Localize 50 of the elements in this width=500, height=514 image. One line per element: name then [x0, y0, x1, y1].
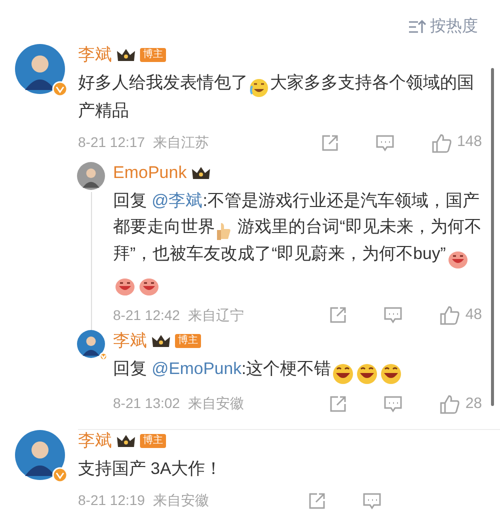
- location-text: 来自江苏: [152, 133, 209, 152]
- mention-link[interactable]: @EmoPunk: [152, 359, 242, 378]
- user-name[interactable]: 李斌: [78, 430, 112, 452]
- laughing-emoji-icon: [356, 362, 378, 385]
- timestamp: 8-21 12:17: [78, 133, 145, 152]
- mention-link[interactable]: @李斌: [152, 190, 203, 210]
- sort-icon: [408, 19, 426, 35]
- share-icon[interactable]: [320, 134, 339, 152]
- pig-face-emoji-icon: [446, 248, 469, 269]
- thumbs-up-icon: [430, 132, 453, 153]
- location-text: 来自安徽: [152, 491, 209, 510]
- user-name[interactable]: 李斌: [113, 330, 147, 352]
- laughing-crying-emoji-icon: [249, 78, 269, 98]
- comment-text: 支持国产 3A大作！: [78, 458, 224, 480]
- crown-icon: [151, 333, 171, 350]
- crown-icon: [116, 432, 136, 449]
- share-icon[interactable]: [308, 492, 326, 510]
- crown-icon: [116, 47, 136, 63]
- location-text: 来自辽宁: [188, 306, 244, 325]
- thumbs-up-icon: [216, 221, 232, 242]
- location-text: 来自安徽: [188, 394, 244, 414]
- comment-text: 回复 @李斌:不管是游戏行业还是汽车领域，国产都要走向世界 游戏里的台词“即见未来，为何不拜”，也被车友改成了“即见蔚来，为何不buy”: [113, 188, 482, 296]
- user-name[interactable]: EmoPunk: [113, 162, 187, 184]
- scrollbar[interactable]: [491, 68, 494, 406]
- comment-icon[interactable]: [383, 306, 404, 324]
- laughing-emoji-icon: [332, 362, 354, 385]
- crown-icon: [190, 164, 211, 181]
- share-icon[interactable]: [329, 394, 348, 413]
- comment-icon[interactable]: [383, 394, 404, 413]
- role-tag: 博主: [140, 48, 166, 62]
- share-icon[interactable]: [329, 306, 348, 324]
- pig-face-emoji-icon: [114, 276, 136, 296]
- timestamp: 8-21 12:42: [113, 306, 180, 325]
- timestamp: 8-21 13:02: [113, 394, 180, 414]
- like-button[interactable]: 28: [439, 392, 482, 416]
- role-tag: 博主: [140, 434, 166, 448]
- like-button[interactable]: 148: [430, 131, 482, 154]
- sort-link[interactable]: 按热度: [430, 15, 478, 39]
- comment-text: 好多人给我发表情包了 大家多多支持各个领域的国产精品: [78, 72, 475, 122]
- comment-icon[interactable]: [374, 134, 395, 152]
- thumbs-up-icon: [439, 305, 462, 326]
- laughing-emoji-icon: [380, 362, 402, 385]
- thumbs-up-icon: [439, 394, 462, 414]
- comment-text: 回复 @EmoPunk:这个梗不错: [113, 356, 482, 385]
- role-tag: 博主: [175, 334, 201, 348]
- timestamp: 8-21 12:19: [78, 491, 145, 510]
- user-name[interactable]: 李斌: [78, 44, 112, 66]
- like-button[interactable]: 48: [439, 304, 482, 326]
- comment-icon[interactable]: [362, 492, 382, 510]
- pig-face-emoji-icon: [138, 276, 160, 296]
